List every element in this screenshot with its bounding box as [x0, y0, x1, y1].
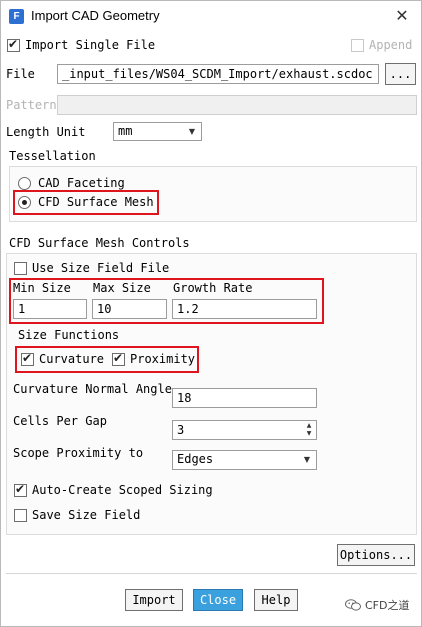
wechat-icon — [345, 599, 361, 611]
cad-faceting-radio[interactable] — [18, 177, 31, 190]
growth-rate-label: Growth Rate — [173, 281, 253, 295]
cells-per-gap-spinbox[interactable]: 3 ▲ ▼ — [172, 420, 317, 440]
close-icon[interactable]: ✕ — [391, 5, 413, 27]
divider — [6, 573, 417, 574]
curvature-label: Curvature — [39, 352, 105, 366]
options-button[interactable]: Options... — [337, 544, 415, 566]
curvature-normal-angle-field[interactable]: 18 — [172, 388, 317, 408]
scope-proximity-to-value: Edges — [177, 452, 214, 466]
cfd-surface-mesh-controls-title: CFD Surface Mesh Controls — [9, 236, 190, 250]
watermark-text: CFD之道 — [365, 599, 410, 612]
spin-arrows-icon[interactable]: ▲ ▼ — [304, 422, 314, 438]
use-size-field-file-checkbox[interactable] — [14, 262, 27, 275]
highlight-cfd-surface-mesh — [13, 190, 159, 215]
cad-faceting-label: CAD Faceting — [38, 176, 125, 190]
scope-proximity-to-label: Scope Proximity to — [13, 446, 144, 460]
file-label: File — [6, 67, 35, 81]
auto-create-scoped-sizing-checkbox[interactable] — [14, 482, 27, 497]
pattern-field[interactable] — [57, 95, 417, 115]
cells-per-gap-label: Cells Per Gap — [13, 414, 107, 428]
tessellation-title: Tessellation — [9, 149, 96, 163]
import-button[interactable]: Import — [125, 589, 183, 611]
curvature-checkbox[interactable] — [21, 351, 34, 366]
max-size-field[interactable]: 10 — [92, 299, 167, 319]
auto-create-scoped-sizing-label: Auto-Create Scoped Sizing — [32, 483, 213, 497]
import-single-file-checkbox[interactable] — [7, 37, 20, 52]
save-size-field-checkbox[interactable] — [14, 509, 27, 522]
help-button[interactable]: Help — [254, 589, 298, 611]
scope-proximity-to-dropdown[interactable]: Edges ▼ — [172, 450, 317, 470]
chevron-down-icon: ▼ — [188, 127, 196, 136]
proximity-checkbox[interactable] — [112, 351, 125, 366]
import-single-file-label: Import Single File — [25, 38, 156, 52]
min-size-field[interactable]: 1 — [13, 299, 87, 319]
proximity-label: Proximity — [130, 352, 196, 366]
file-path-field[interactable]: _input_files/WS04_SCDM_Import/exhaust.sc… — [57, 64, 379, 84]
append-label: Append — [369, 38, 413, 52]
min-size-label: Min Size — [13, 281, 71, 295]
window-title: Import CAD Geometry — [31, 8, 160, 23]
fluent-app-icon: F — [9, 9, 24, 24]
import-cad-geometry-dialog: F Import CAD Geometry ✕ Import Single Fi… — [0, 0, 422, 627]
length-unit-dropdown[interactable]: mm ▼ — [113, 122, 202, 141]
append-checkbox[interactable] — [351, 39, 364, 52]
pattern-label: Pattern — [6, 98, 57, 112]
close-button[interactable]: Close — [193, 589, 243, 611]
browse-button[interactable]: ... — [385, 63, 416, 85]
length-unit-label: Length Unit — [6, 125, 86, 139]
growth-rate-field[interactable]: 1.2 — [172, 299, 317, 319]
length-unit-value: mm — [118, 124, 133, 138]
use-size-field-file-label: Use Size Field File — [32, 261, 170, 275]
chevron-down-icon: ▼ — [303, 455, 311, 464]
curvature-normal-angle-label: Curvature Normal Angle — [13, 382, 172, 396]
size-functions-title: Size Functions — [18, 328, 120, 342]
save-size-field-label: Save Size Field — [32, 508, 141, 522]
cells-per-gap-value: 3 — [177, 423, 185, 437]
title-bar: F Import CAD Geometry ✕ — [1, 1, 421, 32]
max-size-label: Max Size — [93, 281, 151, 295]
